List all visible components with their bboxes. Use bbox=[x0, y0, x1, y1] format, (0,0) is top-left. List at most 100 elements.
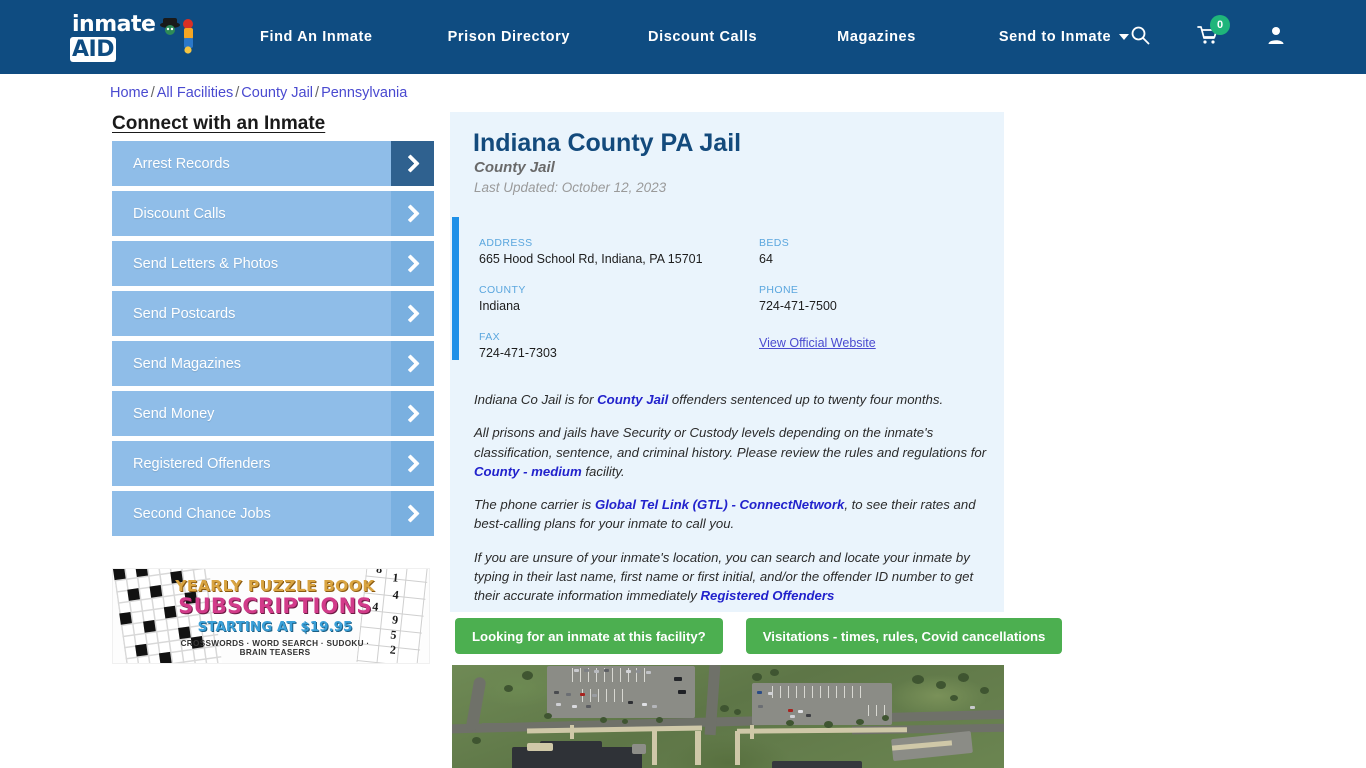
sidebar-menu: Arrest Records Discount Calls Send Lette… bbox=[112, 141, 434, 541]
info-value: 665 Hood School Rd, Indiana, PA 15701 bbox=[479, 252, 703, 266]
breadcrumb-item-home[interactable]: Home bbox=[110, 85, 149, 101]
site-logo[interactable]: inmateAID bbox=[70, 12, 198, 62]
inmate-character-icon bbox=[160, 18, 193, 54]
facility-type-subtitle: County Jail bbox=[474, 159, 555, 176]
nav-item-label: Send to Inmate bbox=[998, 29, 1112, 45]
description-paragraph-2: All prisons and jails have Security or C… bbox=[474, 423, 994, 481]
info-value: 724-471-7500 bbox=[759, 299, 837, 313]
nav-item-discount-calls[interactable]: Discount Calls bbox=[648, 29, 757, 45]
sudoku-number: 5 bbox=[389, 627, 398, 642]
info-label: FAX bbox=[479, 331, 501, 343]
facility-info-grid: ADDRESS 665 Hood School Rd, Indiana, PA … bbox=[479, 237, 979, 360]
breadcrumb-item-pennsylvania[interactable]: Pennsylvania bbox=[321, 85, 407, 101]
nav-item-label: Prison Directory bbox=[447, 29, 571, 45]
info-label: ADDRESS bbox=[479, 237, 533, 249]
info-value: 64 bbox=[759, 252, 773, 266]
sidebar-item-label: Send Letters & Photos bbox=[133, 255, 279, 272]
nav-icon-group: 0 bbox=[1130, 0, 1366, 74]
chevron-right-icon bbox=[391, 441, 434, 486]
paragraph-text: All prisons and jails have Security or C… bbox=[474, 425, 987, 460]
facility-description: Indiana Co Jail is for County Jail offen… bbox=[474, 390, 994, 620]
breadcrumb-separator: / bbox=[235, 85, 240, 101]
county-medium-link[interactable]: County - medium bbox=[474, 464, 582, 479]
ad-line-3: STARTING AT $19.95 bbox=[197, 619, 353, 635]
chevron-right-icon bbox=[391, 141, 434, 186]
county-jail-link[interactable]: County Jail bbox=[597, 392, 668, 407]
sidebar-item-label: Send Money bbox=[133, 405, 215, 422]
description-paragraph-1: Indiana Co Jail is for County Jail offen… bbox=[474, 390, 994, 409]
ad-copy: YEARLY PUZZLE BOOK SUBSCRIPTIONS STARTIN… bbox=[175, 577, 375, 657]
sudoku-number: 9 bbox=[391, 612, 399, 628]
paragraph-text: Indiana Co Jail is for bbox=[474, 392, 598, 407]
sidebar-item-send-magazines[interactable]: Send Magazines bbox=[112, 341, 434, 386]
chevron-right-icon bbox=[391, 241, 434, 286]
sidebar-item-arrest-records[interactable]: Arrest Records bbox=[112, 141, 434, 186]
sudoku-number: 4 bbox=[391, 587, 400, 602]
cart-count-badge: 0 bbox=[1210, 14, 1230, 35]
info-label: PHONE bbox=[759, 284, 799, 296]
info-field-phone: PHONE 724-471-7500 bbox=[759, 284, 979, 313]
registered-offenders-link[interactable]: Registered Offenders bbox=[700, 588, 834, 603]
info-field-website: View Official Website bbox=[759, 331, 979, 360]
chevron-right-icon bbox=[391, 291, 434, 336]
visitation-info-button[interactable]: Visitations - times, rules, Covid cancel… bbox=[745, 618, 1063, 654]
user-account-icon[interactable] bbox=[1266, 25, 1286, 50]
info-label: COUNTY bbox=[479, 284, 526, 296]
info-value: Indiana bbox=[479, 299, 521, 313]
view-official-website-link[interactable]: View Official Website bbox=[759, 336, 876, 350]
sidebar-item-second-chance-jobs[interactable]: Second Chance Jobs bbox=[112, 491, 434, 536]
chevron-right-icon bbox=[391, 391, 434, 436]
sudoku-number: 8 bbox=[375, 568, 384, 577]
puzzle-book-ad-banner[interactable]: 8 1 4 4 9 5 2 YEARLY PUZZLE BOOK SUBSCRI… bbox=[112, 568, 430, 664]
sidebar-item-send-postcards[interactable]: Send Postcards bbox=[112, 291, 434, 336]
last-updated-text: Last Updated: October 12, 2023 bbox=[474, 180, 667, 195]
breadcrumb-separator: / bbox=[150, 85, 155, 101]
paragraph-text: offenders sentenced up to twenty four mo… bbox=[668, 392, 944, 407]
facility-aerial-photo bbox=[452, 665, 1004, 768]
sidebar-item-send-letters-photos[interactable]: Send Letters & Photos bbox=[112, 241, 434, 286]
breadcrumb-separator: / bbox=[315, 85, 320, 101]
info-field-beds: BEDS 64 bbox=[759, 237, 979, 266]
breadcrumb-item-all-facilities[interactable]: All Facilities bbox=[157, 85, 234, 101]
nav-item-send-to-inmate[interactable]: Send to Inmate bbox=[998, 29, 1130, 45]
sidebar-item-label: Arrest Records bbox=[133, 155, 230, 172]
paragraph-text: facility. bbox=[581, 463, 625, 479]
info-field-fax: FAX 724-471-7303 bbox=[479, 331, 759, 360]
paragraph-text: The phone carrier is bbox=[474, 497, 595, 513]
ad-line-4: CROSSWORDS · WORD SEARCH · SUDOKU · BRAI… bbox=[180, 639, 370, 657]
sudoku-number: 1 bbox=[391, 570, 400, 585]
sudoku-number: 2 bbox=[389, 642, 397, 657]
facility-info-block: ADDRESS 665 Hood School Rd, Indiana, PA … bbox=[452, 217, 1004, 367]
nav-item-prison-directory[interactable]: Prison Directory bbox=[448, 29, 570, 45]
action-button-row: Looking for an inmate at this facility? … bbox=[455, 618, 1063, 654]
accent-bar bbox=[452, 217, 459, 360]
info-label: BEDS bbox=[759, 237, 790, 249]
sidebar-item-discount-calls[interactable]: Discount Calls bbox=[112, 191, 434, 236]
info-value: 724-471-7303 bbox=[479, 346, 557, 360]
chevron-down-icon bbox=[1119, 34, 1130, 40]
description-paragraph-3: The phone carrier is Global Tel Link (GT… bbox=[474, 495, 994, 534]
sidebar-item-registered-offenders[interactable]: Registered Offenders bbox=[112, 441, 434, 486]
sidebar-heading: Connect with an Inmate bbox=[112, 113, 326, 134]
inmate-search-button[interactable]: Looking for an inmate at this facility? bbox=[455, 618, 723, 654]
facility-detail-panel: Indiana County PA Jail County Jail Last … bbox=[450, 112, 1004, 612]
info-field-address: ADDRESS 665 Hood School Rd, Indiana, PA … bbox=[479, 237, 759, 266]
description-paragraph-4: If you are unsure of your inmate's locat… bbox=[474, 548, 994, 606]
ad-line-2: SUBSCRIPTIONS bbox=[178, 594, 372, 618]
search-icon[interactable] bbox=[1130, 25, 1150, 50]
sidebar-item-send-money[interactable]: Send Money bbox=[112, 391, 434, 436]
nav-item-label: Find An Inmate bbox=[260, 29, 373, 45]
nav-item-find-an-inmate[interactable]: Find An Inmate bbox=[260, 29, 373, 45]
shopping-cart-icon[interactable]: 0 bbox=[1197, 14, 1230, 50]
page-title: Indiana County PA Jail bbox=[473, 129, 742, 157]
breadcrumb-item-county-jail[interactable]: County Jail bbox=[241, 85, 313, 101]
primary-nav-list: Find An Inmate Prison Directory Discount… bbox=[260, 0, 1130, 74]
logo-accent-text: AID bbox=[70, 37, 116, 62]
ad-line-1: YEARLY PUZZLE BOOK bbox=[175, 577, 375, 595]
top-navigation-bar: inmateAID Find An Inmate Prison Director… bbox=[0, 0, 1366, 74]
phone-carrier-link[interactable]: Global Tel Link (GTL) - ConnectNetwork bbox=[595, 497, 844, 512]
breadcrumb: Home / All Facilities / County Jail / Pennsylv… bbox=[110, 85, 407, 101]
nav-item-magazines[interactable]: Magazines bbox=[837, 29, 916, 45]
sidebar-item-label: Send Magazines bbox=[133, 355, 242, 372]
nav-item-label: Discount Calls bbox=[648, 29, 758, 45]
